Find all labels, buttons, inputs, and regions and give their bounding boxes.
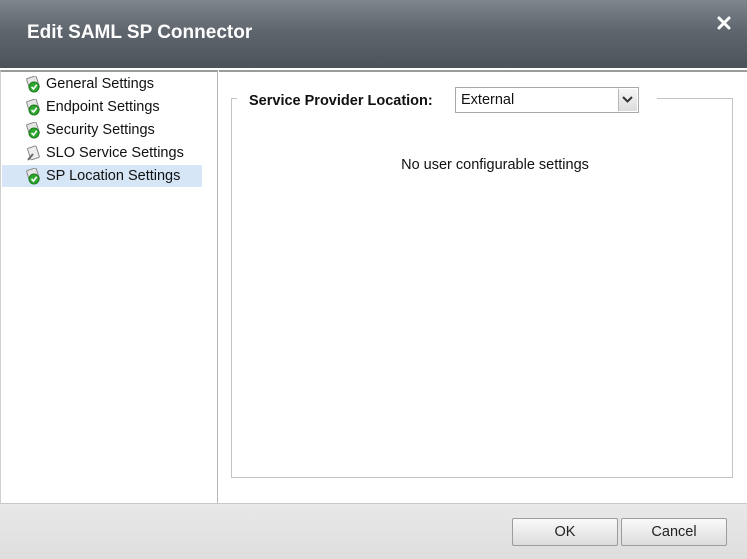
nav-item-label: General Settings bbox=[46, 76, 155, 92]
check-settings-icon bbox=[26, 75, 40, 92]
cancel-button[interactable]: Cancel bbox=[621, 518, 727, 546]
location-legend: Service Provider Location: External bbox=[237, 86, 657, 116]
nav-item-label: Endpoint Settings bbox=[46, 99, 160, 115]
nav-item-general-settings[interactable]: General Settings bbox=[21, 73, 202, 95]
nav-item-label: SLO Service Settings bbox=[46, 145, 184, 161]
chevron-down-icon bbox=[622, 96, 633, 103]
nav-item-slo-service-settings[interactable]: SLO Service Settings bbox=[21, 142, 202, 164]
nav-item-endpoint-settings[interactable]: Endpoint Settings bbox=[21, 96, 202, 118]
dropdown-arrow[interactable] bbox=[618, 89, 637, 111]
ok-button[interactable]: OK bbox=[512, 518, 618, 546]
dialog-footer: OK Cancel bbox=[0, 503, 747, 559]
empty-message: No user configurable settings bbox=[401, 157, 589, 173]
settings-icon bbox=[27, 145, 40, 161]
dialog-title: Edit SAML SP Connector bbox=[27, 22, 253, 43]
settings-panel: No user configurable settings Service Pr… bbox=[219, 70, 747, 503]
check-settings-icon bbox=[26, 98, 40, 115]
location-select[interactable]: External bbox=[455, 87, 639, 113]
nav-item-label: Security Settings bbox=[46, 122, 155, 138]
settings-nav: General Settings Endpoint Settings Secur… bbox=[0, 70, 218, 503]
check-settings-icon bbox=[26, 121, 40, 138]
nav-item-security-settings[interactable]: Security Settings bbox=[21, 119, 202, 141]
location-select-value: External bbox=[461, 92, 515, 108]
location-fieldset: No user configurable settings bbox=[231, 98, 733, 478]
close-icon[interactable] bbox=[713, 12, 735, 34]
location-label: Service Provider Location: bbox=[249, 93, 433, 109]
nav-item-label: SP Location Settings bbox=[46, 168, 181, 184]
dialog-titlebar: Edit SAML SP Connector bbox=[0, 0, 747, 68]
check-settings-icon bbox=[26, 167, 40, 184]
nav-item-sp-location-settings[interactable]: SP Location Settings bbox=[2, 165, 202, 187]
